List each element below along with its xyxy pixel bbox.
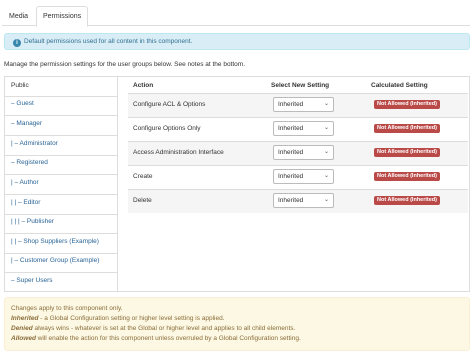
notes-denied-label: Denied [11,325,33,332]
notes-line-denied: Denied always wins - whatever is set at … [11,324,463,334]
group-item-author[interactable]: | – Author [11,177,39,189]
group-item-guest[interactable]: – Guest [11,98,34,110]
status-badge: Not Allowed (Inherited) [374,172,440,181]
action-label: Configure Options Only [133,125,201,132]
tab-media[interactable]: Media [2,6,35,26]
group-list: Public – Guest – Manager | – Administrat… [4,76,118,292]
notes-allowed-text: will enable the action for this componen… [35,335,301,342]
table-row: Access Administration Interface Inherite… [128,141,468,165]
table-row: Configure Options Only Inherited ⌄ Not Al… [128,117,468,141]
row-divider [128,117,468,118]
row-divider [128,189,468,190]
tab-permissions[interactable]: Permissions [36,6,89,27]
setting-select[interactable]: Inherited ⌄ [273,121,334,136]
row-divider [128,93,468,94]
divider [5,135,118,136]
divider [5,115,118,116]
select-value: Inherited [278,197,304,204]
status-badge: Not Allowed (Inherited) [374,148,440,157]
select-value: Inherited [278,125,304,132]
divider [5,174,118,175]
notes-allowed-label: Allowed [11,335,36,342]
notes-inherited-label: Inherited [11,315,39,322]
status-badge: Not Allowed (Inherited) [374,124,440,133]
info-icon: i [13,39,21,47]
action-label: Access Administration Interface [133,149,224,156]
select-value: Inherited [278,173,304,180]
row-divider [128,141,468,142]
permissions-table: Action Select New Setting Calculated Set… [117,76,470,292]
divider [5,96,118,97]
group-item-manager[interactable]: – Manager [11,118,42,130]
notes-line-scope: Changes apply to this component only. [11,305,123,312]
header-calculated-setting: Calculated Setting [371,82,428,89]
header-action: Action [133,82,154,89]
group-item-customer-group[interactable]: | – Customer Group (Example) [11,255,99,267]
group-item-administrator[interactable]: | – Administrator [11,138,58,150]
table-row: Create Inherited ⌄ Not Allowed (Inherited… [128,165,468,189]
status-badge: Not Allowed (Inherited) [374,100,440,109]
table-row: Delete Inherited ⌄ Not Allowed (Inherited… [128,189,468,213]
divider [5,214,118,215]
action-label: Delete [133,197,152,204]
setting-select[interactable]: Inherited ⌄ [273,145,334,160]
action-label: Create [133,173,153,180]
select-value: Inherited [278,149,304,156]
notes-line-inherited: Inherited - a Global Configuration setti… [11,314,463,324]
chevron-down-icon: ⌄ [323,173,329,179]
divider [5,253,118,254]
manage-instructions: Manage the permission settings for the u… [4,61,246,68]
info-text: Default permissions used for all content… [24,38,193,45]
select-value: Inherited [278,101,304,108]
group-item-publisher[interactable]: | | | – Publisher [11,216,54,228]
chevron-down-icon: ⌄ [323,149,329,155]
setting-select[interactable]: Inherited ⌄ [273,169,334,184]
chevron-down-icon: ⌄ [323,125,329,131]
group-item-public[interactable]: Public [11,80,29,92]
action-label: Configure ACL & Options [133,101,206,108]
divider [5,233,118,234]
setting-select[interactable]: Inherited ⌄ [273,193,334,208]
notes-denied-text: always wins - whatever is set at the Glo… [32,325,296,332]
header-new-setting: Select New Setting [271,82,330,89]
group-item-registered[interactable]: – Registered [11,157,48,169]
row-divider [128,165,468,166]
divider [5,272,118,273]
group-item-super-users[interactable]: – Super Users [11,275,53,287]
table-row: Configure ACL & Options Inherited ⌄ Not A… [128,93,468,117]
chevron-down-icon: ⌄ [323,101,329,107]
notes-line-allowed: Allowed will enable the action for this … [11,334,463,344]
group-item-editor[interactable]: | | – Editor [11,197,40,209]
chevron-down-icon: ⌄ [323,197,329,203]
notes-inherited-text: - a Global Configuration setting or high… [38,315,225,322]
divider [5,155,118,156]
notes-alert: Changes apply to this component only. In… [4,297,470,351]
divider [5,194,118,195]
group-item-shop-suppliers[interactable]: | | – Shop Suppliers (Example) [11,236,99,248]
status-badge: Not Allowed (Inherited) [374,196,440,205]
setting-select[interactable]: Inherited ⌄ [273,97,334,112]
tab-bar: Media Permissions [2,4,470,27]
info-alert: i Default permissions used for all conten… [4,33,470,50]
